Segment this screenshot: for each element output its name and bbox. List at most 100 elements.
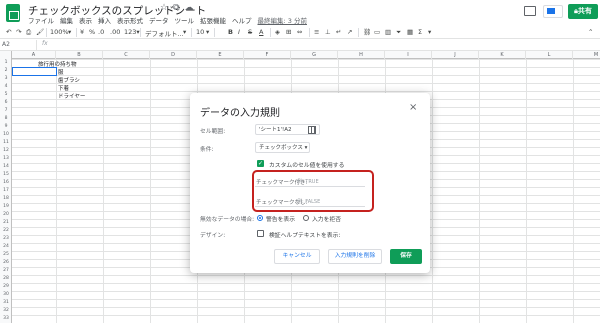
print-icon[interactable]: ⎙ [26, 28, 31, 37]
select-all-corner[interactable] [0, 51, 12, 59]
present-button[interactable] [543, 5, 563, 18]
menu-view[interactable]: 表示 [79, 17, 92, 25]
row-header-27[interactable]: 27 [0, 267, 12, 275]
column-header-a[interactable]: A [12, 51, 56, 59]
paint-format-icon[interactable]: 🖌︎ [36, 28, 44, 36]
menu-insert[interactable]: 挿入 [98, 17, 111, 25]
reject-radio[interactable] [303, 215, 309, 221]
menu-extensions[interactable]: 拡張機能 [200, 17, 226, 25]
vertical-align-icon[interactable]: ⊥ [325, 28, 331, 36]
menu-data[interactable]: データ [149, 17, 169, 25]
collapse-toolbar-icon[interactable]: ⌃ [588, 28, 593, 36]
row-header-24[interactable]: 24 [0, 243, 12, 251]
column-header-g[interactable]: G [291, 51, 338, 59]
select-range-icon[interactable] [308, 126, 316, 134]
row-header-15[interactable]: 15 [0, 171, 12, 179]
menu-format[interactable]: 表示形式 [117, 17, 143, 25]
cancel-button[interactable]: キャンセル [274, 249, 320, 264]
row-header-31[interactable]: 31 [0, 299, 12, 307]
column-header-j[interactable]: J [432, 51, 479, 59]
row-header-4[interactable]: 4 [0, 83, 12, 91]
borders-icon[interactable]: ⊞ [286, 28, 291, 36]
cell-b1[interactable]: 旅行用の持ち物 [38, 60, 77, 68]
currency-format-button[interactable]: ¥ [80, 28, 84, 36]
warn-radio[interactable] [257, 215, 263, 221]
row-header-30[interactable]: 30 [0, 291, 12, 299]
row-header-9[interactable]: 9 [0, 123, 12, 131]
row-header-29[interactable]: 29 [0, 283, 12, 291]
more-formats-button[interactable]: 123▾ [124, 28, 140, 36]
row-header-5[interactable]: 5 [0, 91, 12, 99]
percent-format-button[interactable]: % [89, 28, 95, 36]
undo-icon[interactable]: ↶ [6, 28, 11, 36]
font-size-select[interactable]: 10 [196, 28, 204, 36]
menu-help[interactable]: ヘルプ [232, 17, 252, 25]
increase-decimal-button[interactable]: .00 [110, 28, 120, 36]
row-header-23[interactable]: 23 [0, 235, 12, 243]
decrease-decimal-button[interactable]: .0 [98, 28, 104, 36]
row-header-19[interactable]: 19 [0, 203, 12, 211]
chevron-down-icon[interactable]: ▾ [183, 28, 186, 36]
filter-views-icon[interactable]: ▦ [407, 28, 413, 36]
range-input[interactable]: 'シート1'!A2 [255, 124, 320, 135]
star-icon[interactable]: ☆ [160, 3, 173, 13]
redo-icon[interactable]: ↷ [16, 28, 21, 36]
row-header-7[interactable]: 7 [0, 107, 12, 115]
text-color-button[interactable]: A [259, 28, 263, 36]
column-header-k[interactable]: K [479, 51, 526, 59]
column-header-l[interactable]: L [526, 51, 573, 59]
comment-history-icon[interactable] [524, 6, 536, 16]
column-header-i[interactable]: I [385, 51, 432, 59]
cell-b5[interactable]: ドライヤー [58, 92, 85, 100]
fill-color-icon[interactable]: ◈ [275, 28, 280, 36]
row-header-33[interactable]: 33 [0, 315, 12, 323]
row-header-3[interactable]: 3 [0, 75, 12, 83]
filter-icon[interactable]: ⏷ [396, 28, 401, 37]
cell-b4[interactable]: 下着 [58, 84, 69, 92]
cell-b2[interactable]: 服 [58, 68, 64, 76]
row-header-1[interactable]: 1 [0, 59, 12, 67]
chart-icon[interactable]: ▥ [385, 28, 391, 36]
column-header-b[interactable]: B [56, 51, 103, 59]
comment-icon[interactable]: ▭ [374, 28, 380, 36]
row-header-8[interactable]: 8 [0, 115, 12, 123]
link-icon[interactable]: ⛓ [363, 28, 371, 36]
menu-tools[interactable]: ツール [175, 17, 195, 25]
cell-b3[interactable]: 歯ブラシ [58, 76, 80, 84]
cloud-status-icon[interactable]: ☁ [185, 3, 199, 13]
row-header-28[interactable]: 28 [0, 275, 12, 283]
row-header-17[interactable]: 17 [0, 187, 12, 195]
sheets-logo-icon[interactable] [6, 4, 20, 22]
column-header-d[interactable]: D [150, 51, 197, 59]
remove-rule-button[interactable]: 入力規則を削除 [328, 249, 382, 264]
row-header-12[interactable]: 12 [0, 147, 12, 155]
zoom-select[interactable]: 100% [50, 28, 69, 36]
row-header-2[interactable]: 2 [0, 67, 12, 75]
row-header-20[interactable]: 20 [0, 211, 12, 219]
merge-cells-icon[interactable]: ⇔ [297, 28, 302, 36]
text-rotation-icon[interactable]: ↗ [347, 28, 352, 36]
row-header-21[interactable]: 21 [0, 219, 12, 227]
menu-edit[interactable]: 編集 [60, 17, 73, 25]
row-header-32[interactable]: 32 [0, 307, 12, 315]
row-header-6[interactable]: 6 [0, 99, 12, 107]
horizontal-align-icon[interactable]: ≡ [314, 28, 319, 36]
italic-button[interactable]: I [238, 28, 240, 36]
help-text-checkbox[interactable] [257, 230, 264, 237]
name-box[interactable]: A2 [2, 41, 10, 48]
close-icon[interactable]: × [409, 102, 417, 113]
chevron-down-icon[interactable]: ▾ [428, 28, 431, 36]
chevron-down-icon[interactable]: ▾ [206, 28, 209, 36]
row-header-10[interactable]: 10 [0, 131, 12, 139]
row-header-25[interactable]: 25 [0, 251, 12, 259]
column-header-e[interactable]: E [197, 51, 244, 59]
share-button[interactable]: 🔒︎共有 [568, 4, 598, 19]
row-header-14[interactable]: 14 [0, 163, 12, 171]
save-button[interactable]: 保存 [390, 249, 422, 264]
column-header-h[interactable]: H [338, 51, 385, 59]
column-header-c[interactable]: C [103, 51, 150, 59]
active-cell-a2[interactable] [12, 67, 57, 76]
row-header-16[interactable]: 16 [0, 179, 12, 187]
last-edit-link[interactable]: 最終編集: 3 分前 [258, 17, 307, 25]
text-wrap-icon[interactable]: ↵ [336, 28, 341, 36]
